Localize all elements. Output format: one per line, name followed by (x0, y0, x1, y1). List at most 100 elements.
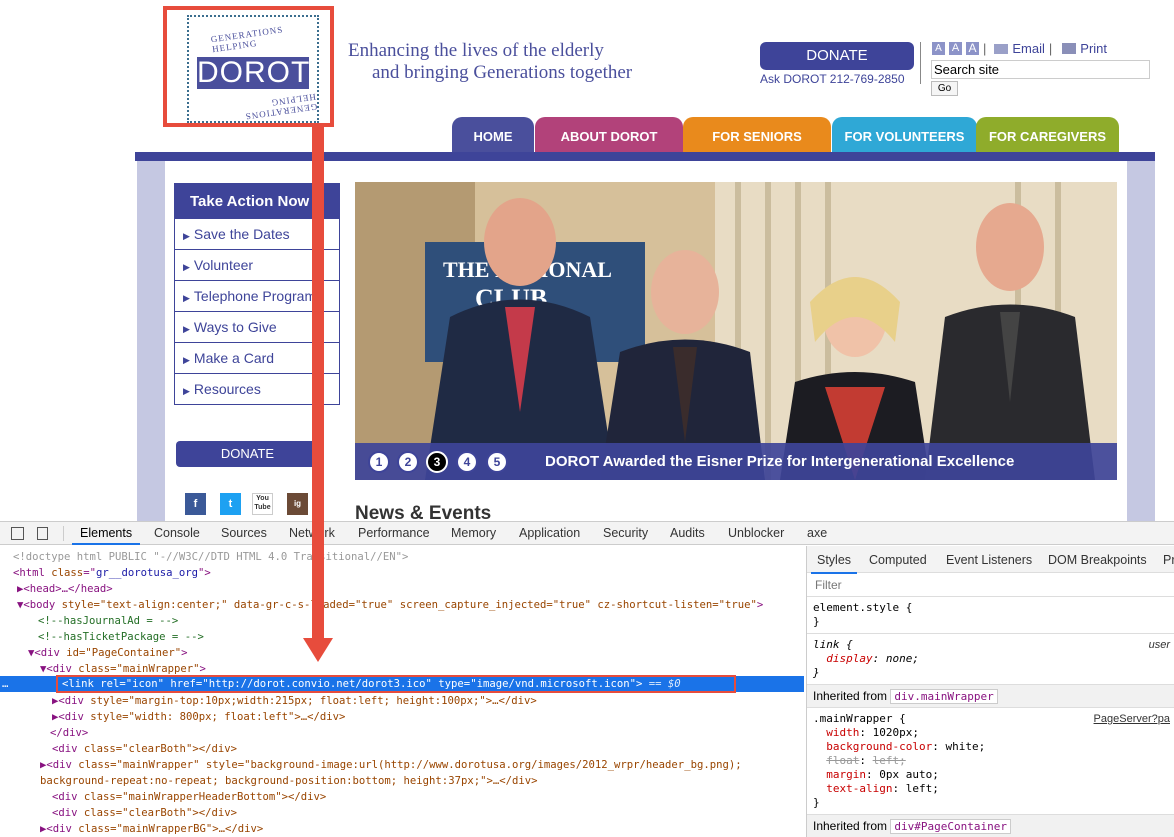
css-property-name[interactable]: margin (826, 768, 866, 781)
twitter-icon[interactable]: t (220, 493, 241, 515)
device-toolbar-icon[interactable] (37, 527, 48, 540)
bullet-triangle-icon: ▶ (183, 355, 190, 365)
inherited-from-mainwrapper: Inherited from div.mainWrapper (807, 685, 1174, 708)
dom-wrapper-bg[interactable]: ▶<div class="mainWrapper" style="backgro… (40, 758, 742, 774)
css-property-name[interactable]: background-color (826, 740, 932, 753)
dom-wrapper-bg-cont[interactable]: background-repeat:no-repeat; background-… (40, 774, 537, 790)
bullet-triangle-icon: ▶ (183, 324, 190, 334)
dom-selected-ellipsis: … (2, 678, 9, 690)
dom-page-container[interactable]: ▼<div id="PageContainer"> (28, 646, 187, 662)
hero-slideshow[interactable]: THE NATIONAL CLUB (355, 182, 1117, 480)
sidebar-item-label: Save the Dates (193, 226, 290, 242)
hero-caption[interactable]: DOROT Awarded the Eisner Prize for Inter… (545, 453, 1014, 470)
dom-html[interactable]: <html class="gr__dorotusa_org"> (13, 566, 211, 582)
sidebar-item-label: Volunteer (193, 257, 254, 273)
devtools-tab[interactable]: axe (807, 526, 827, 540)
logo-word: DOROT (197, 56, 311, 89)
email-icon (994, 43, 1009, 54)
mainwrapper-rule[interactable]: .mainWrapper {PageServer?pa width: 1020p… (807, 708, 1174, 815)
devtools-tab-bar: Elements Console Sources Network Performance… (0, 522, 1174, 545)
css-property-name[interactable]: float (826, 754, 859, 767)
devtools-tab[interactable]: Audits (670, 526, 705, 540)
slide-dot-3[interactable]: 3 (426, 451, 448, 473)
slide-dot-1[interactable]: 1 (368, 451, 390, 473)
devtools-tab[interactable]: Unblocker (728, 526, 784, 540)
devtools-tab[interactable]: Elements (71, 526, 141, 545)
facebook-icon[interactable]: f (185, 493, 206, 515)
tagline-line-2: and bringing Generations together (372, 62, 633, 83)
donate-sidebar-button[interactable]: DONATE (176, 441, 319, 467)
styles-filter-input[interactable]: Filter (807, 573, 1174, 597)
css-property-value[interactable]: 0px auto; (879, 768, 939, 781)
devtools-tab[interactable]: Memory (451, 526, 496, 540)
css-property-value[interactable]: white; (945, 740, 985, 753)
dom-tree[interactable]: <!doctype html PUBLIC "-//W3C//DTD HTML … (0, 546, 804, 837)
link-user-agent-rule[interactable]: link { display: none; } user (807, 634, 1174, 685)
text-size-large-button[interactable]: A (966, 42, 979, 55)
css-property-value[interactable]: left; (906, 782, 939, 795)
text-size-small-button[interactable]: A (932, 42, 945, 55)
nav-tab-4[interactable]: FOR VOLUNTEERS (832, 117, 977, 153)
devtools-tab[interactable]: Security (603, 526, 648, 540)
donate-header-button[interactable]: DONATE (760, 42, 914, 70)
styles-subtab[interactable]: Event Listeners (946, 553, 1032, 567)
element-style-rule[interactable]: element.style { } (807, 597, 1174, 634)
css-property-name[interactable]: width (826, 726, 859, 739)
styles-subtab[interactable]: Pr (1163, 553, 1174, 567)
dom-head[interactable]: ▶<head>…</head> (17, 582, 113, 598)
text-size-medium-button[interactable]: A (949, 42, 962, 55)
dom-comment-ticket[interactable]: <!--hasTicketPackage = --> (38, 630, 204, 646)
bullet-triangle-icon: ▶ (183, 262, 190, 272)
slide-dot-2[interactable]: 2 (397, 451, 419, 473)
news-events-heading: News & Events (355, 503, 492, 521)
email-link[interactable]: Email (1012, 41, 1045, 56)
slide-dot-4[interactable]: 4 (456, 451, 478, 473)
callout-arrow-lower (303, 520, 333, 662)
inspect-element-icon[interactable] (11, 527, 24, 540)
devtools-tab[interactable]: Application (519, 526, 580, 540)
bullet-triangle-icon: ▶ (183, 293, 190, 303)
styles-subtab[interactable]: Styles (810, 553, 858, 574)
header-divider (920, 42, 921, 84)
dom-div-margin[interactable]: ▶<div style="margin-top:10px;width:215px… (52, 694, 537, 710)
dom-wrapper-bg-div[interactable]: ▶<div class="mainWrapperBG">…</div> (40, 822, 263, 837)
mainwrapper-rule-source[interactable]: PageServer?pa (1094, 712, 1170, 726)
slide-dot-5[interactable]: 5 (486, 451, 508, 473)
ask-dorot-phone[interactable]: Ask DOROT 212-769-2850 (760, 72, 905, 86)
nav-tab-5[interactable]: FOR CAREGIVERS (976, 117, 1119, 153)
devtools-tab[interactable]: Performance (358, 526, 430, 540)
css-property-value[interactable]: 1020px; (873, 726, 919, 739)
dom-comment-journal[interactable]: <!--hasJournalAd = --> (38, 614, 178, 630)
toolbar-divider (63, 526, 64, 541)
css-property-value[interactable]: left; (873, 754, 906, 767)
dom-body[interactable]: ▼<body style="text-align:center;" data-g… (17, 598, 763, 614)
dom-header-bottom[interactable]: <div class="mainWrapperHeaderBottom"></d… (52, 790, 326, 806)
styles-pane: Styles Computed Event Listeners DOM Breakpo… (806, 546, 1174, 837)
callout-arrow-upper (312, 126, 324, 521)
youtube-icon[interactable]: You Tube (252, 493, 273, 515)
devtools-tab[interactable]: Console (154, 526, 200, 540)
dom-div-width[interactable]: ▶<div style="width: 800px; float:left">…… (52, 710, 345, 726)
inherited-element-link[interactable]: div.mainWrapper (890, 689, 998, 704)
dom-clearboth-1[interactable]: <div class="clearBoth"></div> (52, 742, 237, 758)
nav-tab-2[interactable]: ABOUT DOROT (535, 117, 683, 153)
inherited-element-link-2[interactable]: div#PageContainer (890, 819, 1011, 834)
styles-subtab[interactable]: Computed (869, 553, 927, 567)
nav-tab-3[interactable]: FOR SENIORS (683, 117, 831, 153)
search-go-button[interactable]: Go (931, 81, 958, 96)
dom-clearboth-2[interactable]: <div class="clearBoth"></div> (52, 806, 237, 822)
site-search-input[interactable] (931, 60, 1150, 79)
link-rule-source: user (1148, 639, 1170, 651)
print-link[interactable]: Print (1080, 41, 1107, 56)
nav-tab-1[interactable]: HOME (452, 117, 534, 153)
dom-close-div[interactable]: </div> (50, 726, 88, 742)
inherited-from-pagecontainer: Inherited from div#PageContainer (807, 815, 1174, 837)
css-property-name[interactable]: text-align (826, 782, 892, 795)
devtools-tab[interactable]: Sources (221, 526, 267, 540)
selected-node-highlight (56, 675, 736, 693)
sidebar-item-label: Ways to Give (193, 319, 277, 335)
styles-subtab[interactable]: DOM Breakpoints (1048, 553, 1147, 567)
dorot-logo[interactable]: GENERATIONS HELPING DOROT GENERATIONS HE… (187, 15, 319, 123)
header-tools: A A A | Email | Print (932, 41, 1107, 56)
print-icon (1062, 43, 1077, 54)
